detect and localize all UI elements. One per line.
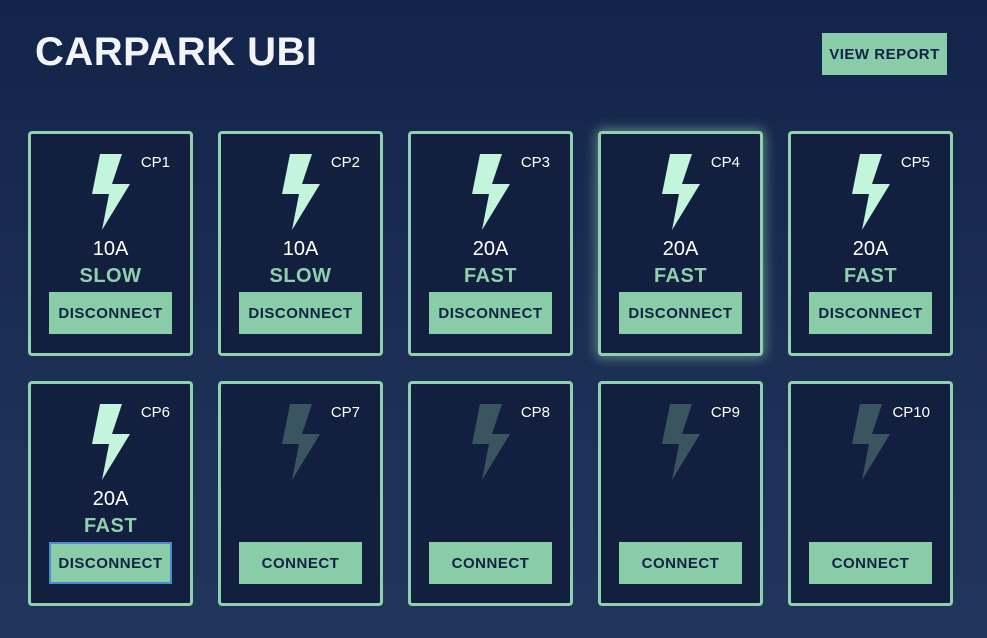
charger-speed: FAST xyxy=(653,265,708,287)
charger-amps: 10A xyxy=(282,238,319,260)
lightning-bolt-icon xyxy=(852,154,890,230)
charger-action-button[interactable]: DISCONNECT xyxy=(429,292,552,334)
charger-speed: SLOW xyxy=(79,265,142,287)
charger-card: CP1 10A SLOW DISCONNECT xyxy=(28,131,193,356)
charger-amps: 20A xyxy=(472,238,509,260)
lightning-bolt-icon xyxy=(282,404,320,480)
charger-card: CP3 20A FAST DISCONNECT xyxy=(408,131,573,356)
page-title: CARPARK UBI xyxy=(35,30,318,74)
charger-label: CP2 xyxy=(330,154,360,171)
charger-label: CP6 xyxy=(140,404,170,421)
lightning-bolt-icon xyxy=(92,154,130,230)
charger-action-button[interactable]: DISCONNECT xyxy=(619,292,742,334)
charger-card: CP8 CONNECT xyxy=(408,381,573,606)
charger-card: CP6 20A FAST DISCONNECT xyxy=(28,381,193,606)
charger-speed: FAST xyxy=(83,515,138,537)
charger-label: CP10 xyxy=(892,404,930,421)
charger-amps: 20A xyxy=(92,488,129,510)
lightning-bolt-icon xyxy=(92,404,130,480)
charger-speed: SLOW xyxy=(269,265,332,287)
charger-card: CP10 CONNECT xyxy=(788,381,953,606)
charger-amps: 10A xyxy=(92,238,129,260)
lightning-bolt-icon xyxy=(472,154,510,230)
lightning-bolt-icon xyxy=(282,154,320,230)
charger-card: CP4 20A FAST DISCONNECT xyxy=(598,131,763,356)
charger-label: CP7 xyxy=(330,404,360,421)
charger-action-button[interactable]: DISCONNECT xyxy=(239,292,362,334)
charger-card: CP9 CONNECT xyxy=(598,381,763,606)
charger-action-button[interactable]: DISCONNECT xyxy=(49,542,172,584)
charger-action-button[interactable]: DISCONNECT xyxy=(809,292,932,334)
lightning-bolt-icon xyxy=(662,404,700,480)
lightning-bolt-icon xyxy=(662,154,700,230)
charger-action-button[interactable]: CONNECT xyxy=(809,542,932,584)
lightning-bolt-icon xyxy=(472,404,510,480)
charger-speed: FAST xyxy=(843,265,898,287)
charger-action-button[interactable]: CONNECT xyxy=(239,542,362,584)
charger-label: CP9 xyxy=(710,404,740,421)
charger-label: CP5 xyxy=(900,154,930,171)
view-report-button[interactable]: VIEW REPORT xyxy=(822,33,947,75)
charger-card: CP7 CONNECT xyxy=(218,381,383,606)
charger-action-button[interactable]: DISCONNECT xyxy=(49,292,172,334)
charger-label: CP3 xyxy=(520,154,550,171)
charger-card: CP2 10A SLOW DISCONNECT xyxy=(218,131,383,356)
charger-label: CP1 xyxy=(140,154,170,171)
lightning-bolt-icon xyxy=(852,404,890,480)
charger-action-button[interactable]: CONNECT xyxy=(429,542,552,584)
charger-label: CP8 xyxy=(520,404,550,421)
charger-grid: CP1 10A SLOW DISCONNECT CP2 10A SLOW DIS… xyxy=(28,131,953,606)
charger-speed: FAST xyxy=(463,265,518,287)
charger-action-button[interactable]: CONNECT xyxy=(619,542,742,584)
charger-label: CP4 xyxy=(710,154,740,171)
charger-card: CP5 20A FAST DISCONNECT xyxy=(788,131,953,356)
charger-amps: 20A xyxy=(852,238,889,260)
charger-amps: 20A xyxy=(662,238,699,260)
